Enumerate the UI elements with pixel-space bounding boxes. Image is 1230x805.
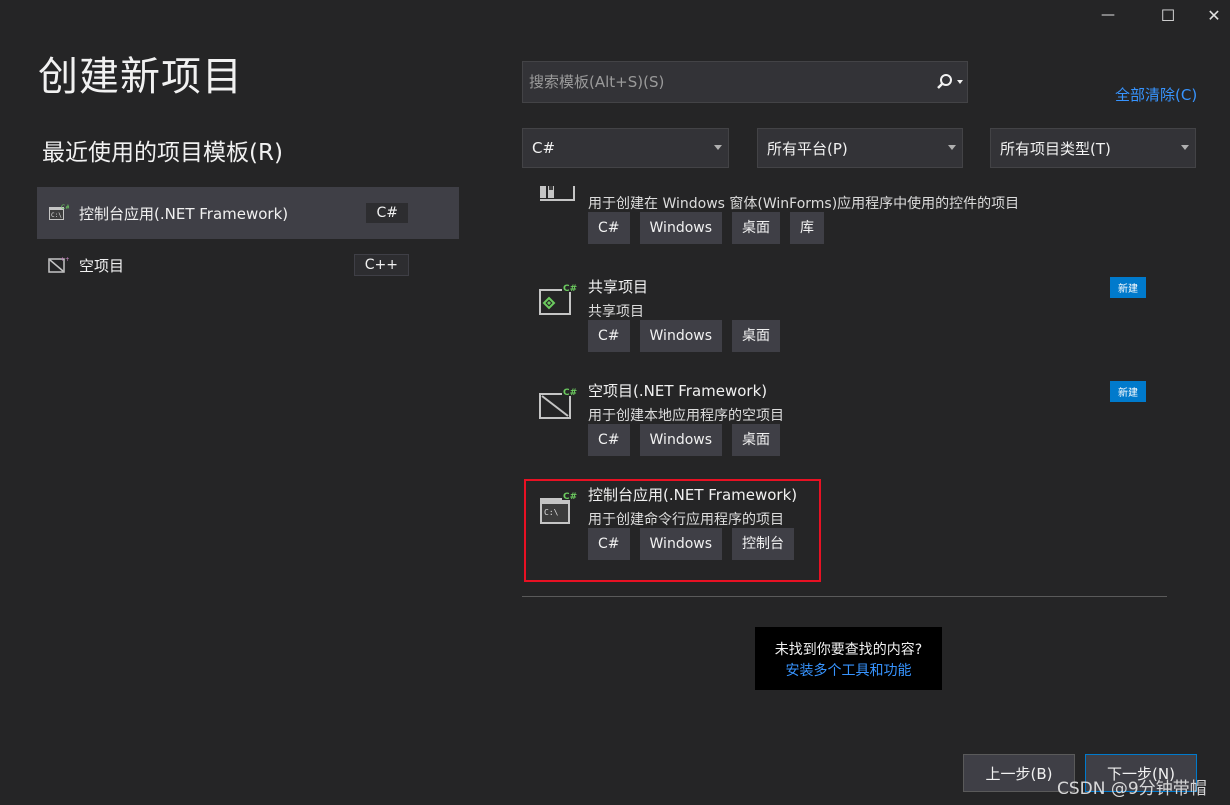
chevron-down-icon <box>948 145 956 150</box>
shared-project-icon: C# <box>539 282 578 315</box>
svg-text:C#: C# <box>563 284 577 294</box>
svg-text:C#: C# <box>563 388 577 398</box>
search-input[interactable] <box>523 72 935 92</box>
template-description: 用于创建本地应用程序的空项目 <box>588 408 784 424</box>
language-filter-value: C# <box>532 139 556 157</box>
clear-all-link[interactable]: 全部清除(C) <box>1115 84 1197 105</box>
template-tags: C# Windows 桌面 <box>588 320 781 352</box>
template-item-winforms-control-library[interactable]: 用于创建在 Windows 窗体(WinForms)应用程序中使用的控件的项目 … <box>522 186 1167 272</box>
template-tag: Windows <box>639 424 723 456</box>
console-app-icon: C:\ C# <box>49 204 69 220</box>
watermark: CSDN @9分钟带帽 <box>1057 779 1207 799</box>
project-type-filter-dropdown[interactable]: 所有项目类型(T) <box>990 128 1196 168</box>
template-name: 共享项目 <box>588 278 649 296</box>
winforms-control-library-icon <box>540 186 575 201</box>
platform-filter-dropdown[interactable]: 所有平台(P) <box>757 128 963 168</box>
template-item-empty-project-net-framework[interactable]: C# 空项目(.NET Framework) 用于创建本地应用程序的空项目 C#… <box>522 380 1167 484</box>
recent-item-console-app[interactable]: C:\ C# 控制台应用(.NET Framework) C# <box>37 187 459 239</box>
project-type-filter-value: 所有项目类型(T) <box>1000 139 1111 158</box>
chevron-down-icon <box>714 145 722 150</box>
close-button[interactable]: ✕ <box>1198 0 1230 30</box>
new-badge: 新建 <box>1110 277 1146 298</box>
template-name: 空项目(.NET Framework) <box>588 382 768 400</box>
not-found-question: 未找到你要查找的内容? <box>774 642 923 658</box>
maximize-icon: ☐ <box>1160 5 1176 25</box>
template-tag: C# <box>588 424 630 456</box>
language-filter-dropdown[interactable]: C# <box>522 128 729 168</box>
template-tag: 桌面 <box>732 320 781 352</box>
minimize-icon: — <box>1101 7 1115 23</box>
minimize-button[interactable]: — <box>1088 0 1128 30</box>
recent-item-label: 控制台应用(.NET Framework) <box>79 204 289 223</box>
empty-project-icon: C# <box>539 386 578 419</box>
template-search-box[interactable] <box>522 61 968 103</box>
template-description: 共享项目 <box>588 304 644 320</box>
template-tags: C# Windows 桌面 <box>588 424 781 456</box>
svg-text:++: ++ <box>60 256 69 263</box>
recent-item-language-badge: C# <box>365 202 409 224</box>
template-tags: C# Windows 桌面 库 <box>588 212 825 244</box>
recent-item-empty-project[interactable]: ++ 空项目 C++ <box>37 239 459 291</box>
divider <box>522 596 1167 597</box>
recent-templates-heading: 最近使用的项目模板(R) <box>42 140 283 166</box>
svg-text:C:\: C:\ <box>51 212 62 219</box>
template-tag: 桌面 <box>732 212 781 244</box>
template-item-shared-project[interactable]: C# 共享项目 共享项目 C# Windows 桌面 新建 <box>522 276 1167 380</box>
chevron-down-icon <box>1181 145 1189 150</box>
platform-filter-value: 所有平台(P) <box>767 139 848 158</box>
maximize-button[interactable]: ☐ <box>1148 0 1188 30</box>
not-found-panel: 未找到你要查找的内容? 安装多个工具和功能 <box>755 627 942 690</box>
template-description: 用于创建在 Windows 窗体(WinForms)应用程序中使用的控件的项目 <box>588 196 1020 212</box>
empty-project-icon: ++ <box>48 256 69 273</box>
template-tag: Windows <box>639 212 723 244</box>
template-tag: C# <box>588 320 630 352</box>
close-icon: ✕ <box>1207 5 1221 25</box>
template-tag: C# <box>588 212 630 244</box>
search-icon[interactable] <box>935 72 955 92</box>
template-tag: Windows <box>639 320 723 352</box>
install-tools-link[interactable]: 安装多个工具和功能 <box>755 661 942 682</box>
recent-item-language-badge: C++ <box>353 254 409 276</box>
svg-text:C#: C# <box>61 204 69 211</box>
template-tag: 桌面 <box>732 424 781 456</box>
highlight-box <box>524 479 821 582</box>
template-tag: 库 <box>790 212 825 244</box>
page-title: 创建新项目 <box>38 54 243 100</box>
new-badge: 新建 <box>1110 381 1146 402</box>
recent-item-label: 空项目 <box>79 256 125 275</box>
search-options-chevron-down-icon[interactable] <box>957 80 963 84</box>
